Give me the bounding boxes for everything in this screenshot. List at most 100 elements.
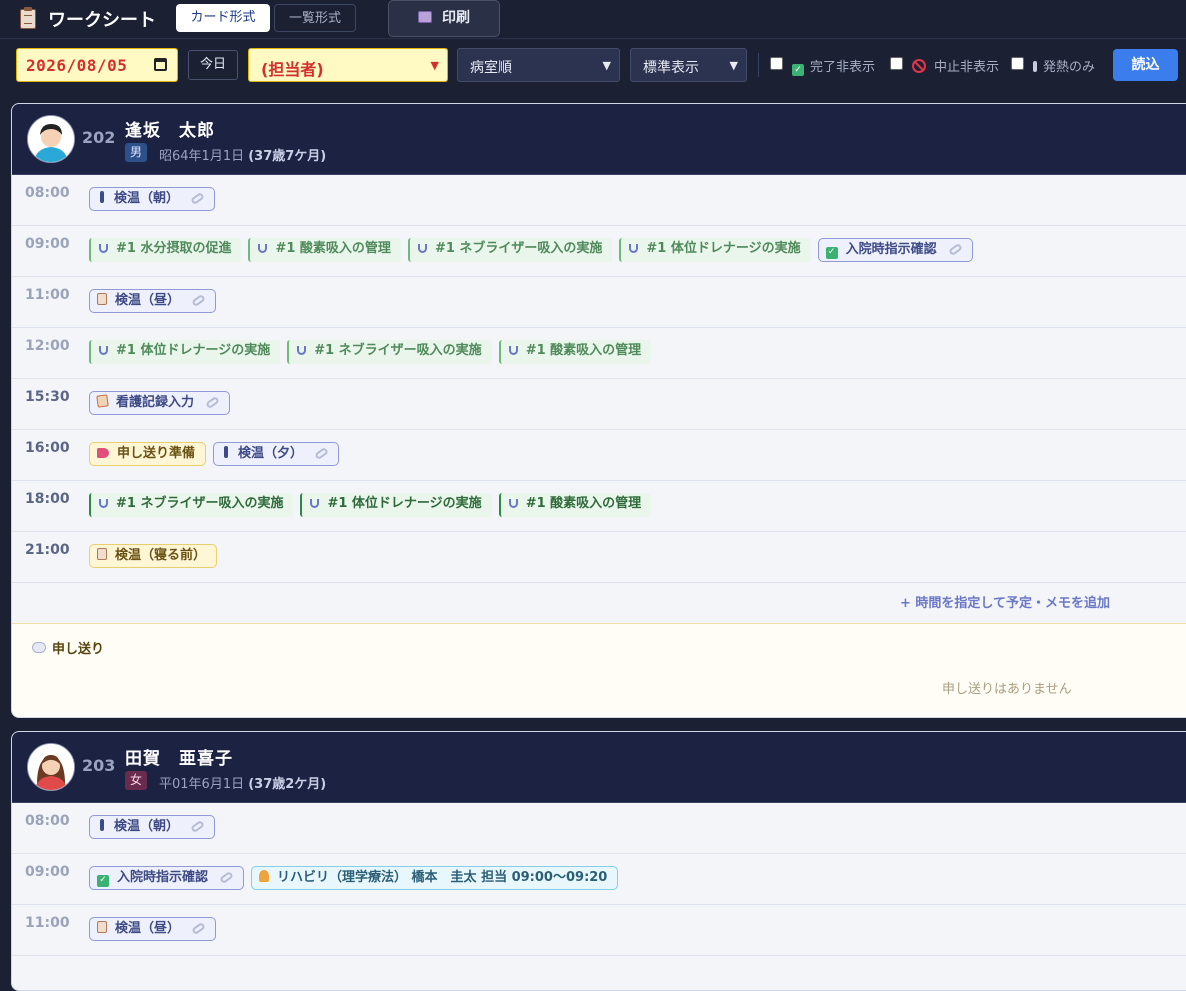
sex-badge: 女	[125, 771, 148, 790]
care-plan-chip[interactable]: #1 酸素吸入の管理	[498, 493, 652, 517]
slot-time: 11:00	[25, 915, 70, 931]
link-icon	[219, 870, 234, 885]
room-number: 203	[82, 756, 116, 775]
patient-card: 202 逢坂 太郎 男 昭64年1月1日 (37歳7ケ月) 08:00 検温（朝…	[11, 103, 1186, 718]
time-slot: 16:00 申し送り準備 検温（夕）	[12, 430, 1186, 481]
sort-select[interactable]: 病室順 ▼	[457, 48, 620, 82]
tab-card-view[interactable]: カード形式	[176, 4, 270, 32]
slot-time: 09:00	[25, 236, 70, 252]
slot-time: 16:00	[25, 440, 70, 456]
task-chip[interactable]: 看護記録入力	[89, 391, 231, 415]
sex-badge: 男	[125, 143, 148, 162]
age-text: (37歳7ケ月)	[248, 149, 327, 164]
birth-date: 昭64年1月1日 (37歳7ケ月)	[159, 145, 326, 164]
handover-prep-chip[interactable]: 申し送り準備	[89, 442, 207, 466]
print-button[interactable]: 印刷	[388, 0, 500, 37]
hide-done-checkbox[interactable]	[770, 57, 783, 70]
task-chip[interactable]: ✓ 入院時指示確認	[89, 866, 245, 890]
care-plan-chip[interactable]: #1 水分摂取の促進	[89, 238, 242, 262]
staff-select[interactable]: (担当者) ▼	[248, 48, 448, 82]
checkbox-icon: ✓	[825, 247, 838, 259]
clipboard-icon	[97, 293, 107, 305]
stethoscope-icon	[99, 346, 108, 355]
task-chip[interactable]: ✓ 入院時指示確認	[817, 238, 973, 262]
time-slot: 12:00 #1 体位ドレナージの実施 #1 ネブライザー吸入の実施 #1 酸素…	[12, 328, 1186, 379]
link-icon	[314, 446, 329, 461]
time-slot: 08:00 検温（朝）	[12, 803, 1186, 854]
slot-time: 12:00	[25, 338, 70, 354]
printer-icon	[418, 11, 432, 23]
task-label: 看護記録入力	[116, 395, 195, 410]
runner-icon	[259, 870, 270, 882]
plan-label: #1 ネブライザー吸入の実施	[116, 496, 284, 511]
slot-time: 18:00	[25, 491, 70, 507]
time-slot: 15:30 看護記録入力	[12, 379, 1186, 430]
avatar	[27, 115, 75, 163]
slot-time: 11:00	[25, 287, 70, 303]
care-plan-chip[interactable]: #1 体位ドレナージの実施	[300, 493, 492, 517]
top-bar: ワークシート カード形式 一覧形式 印刷	[0, 0, 1186, 38]
calendar-icon[interactable]	[154, 58, 167, 71]
fever-only-label[interactable]: 発熱のみ	[1033, 56, 1095, 75]
age-text: (37歳2ケ月)	[248, 777, 327, 792]
birth-date: 平01年6月1日 (37歳2ケ月)	[159, 773, 326, 792]
divider	[758, 53, 759, 77]
task-label: 検温（昼）	[115, 921, 181, 936]
care-plan-chip[interactable]: #1 酸素吸入の管理	[248, 238, 401, 262]
tab-list-view[interactable]: 一覧形式	[274, 4, 356, 32]
task-chip[interactable]: 検温（寝る前）	[89, 544, 218, 568]
date-picker[interactable]: 2026/08/05	[16, 48, 178, 82]
hide-done-text: 完了非表示	[810, 60, 876, 75]
patient-name[interactable]: 田賀 亜喜子	[125, 744, 233, 769]
plan-label: #1 ネブライザー吸入の実施	[434, 241, 603, 256]
app-title: ワークシート	[48, 10, 156, 31]
plan-label: #1 体位ドレナージの実施	[116, 343, 271, 358]
plan-label: #1 ネブライザー吸入の実施	[314, 343, 482, 358]
clipboard-icon	[97, 548, 107, 560]
task-chip[interactable]: 検温（昼）	[89, 917, 217, 941]
link-icon	[191, 921, 206, 936]
add-row: + 時間を指定して予定・メモを追加	[12, 583, 1186, 623]
task-chip[interactable]: 検温（朝）	[89, 187, 216, 211]
hide-cancelled-checkbox[interactable]	[890, 57, 903, 70]
care-plan-chip[interactable]: #1 ネブライザー吸入の実施	[407, 238, 613, 262]
fever-only-text: 発熱のみ	[1043, 60, 1096, 75]
add-schedule-link[interactable]: + 時間を指定して予定・メモを追加	[900, 592, 1110, 611]
checkbox-icon: ✓	[97, 875, 109, 887]
link-icon	[947, 242, 963, 257]
handover-title: 申し送り	[52, 642, 105, 657]
care-plan-chip[interactable]: #1 体位ドレナージの実施	[619, 238, 811, 262]
time-slot: 21:00 検温（寝る前）	[12, 532, 1186, 583]
plan-label: #1 酸素吸入の管理	[525, 496, 642, 511]
plan-label: #1 体位ドレナージの実施	[327, 496, 482, 511]
plan-label: #1 酸素吸入の管理	[525, 343, 642, 358]
patient-header: 202 逢坂 太郎 男 昭64年1月1日 (37歳7ケ月)	[12, 104, 1186, 175]
task-chip[interactable]: 検温（夕）	[213, 442, 340, 466]
handover-empty-text: 申し送りはありません	[942, 682, 1072, 697]
stethoscope-icon	[297, 346, 307, 355]
staff-value: (担当者)	[261, 60, 324, 79]
task-chip[interactable]: 検温（昼）	[89, 289, 217, 313]
patient-card: 203 田賀 亜喜子 女 平01年6月1日 (37歳2ケ月) 08:00 検温（…	[11, 731, 1186, 991]
link-icon	[205, 395, 220, 410]
date-value: 2026/08/05	[26, 56, 128, 75]
today-button[interactable]: 今日	[188, 50, 238, 80]
megaphone-icon	[97, 448, 109, 458]
hide-done-label[interactable]: ✓ 完了非表示	[792, 56, 875, 76]
display-select[interactable]: 標準表示 ▼	[630, 48, 747, 82]
slot-time: 08:00	[25, 185, 70, 201]
rehab-chip[interactable]: リハビリ（理学療法） 橋本 圭太 担当 09:00〜09:20	[251, 866, 619, 890]
care-plan-chip[interactable]: #1 体位ドレナージの実施	[89, 340, 281, 364]
task-chip[interactable]: 検温（朝）	[89, 815, 216, 839]
care-plan-chip[interactable]: #1 酸素吸入の管理	[498, 340, 652, 364]
chevron-down-icon: ▼	[430, 59, 439, 72]
patient-name[interactable]: 逢坂 太郎	[125, 116, 215, 141]
care-plan-chip[interactable]: #1 ネブライザー吸入の実施	[287, 340, 492, 364]
hide-cancelled-label[interactable]: 中止非表示	[912, 56, 999, 75]
fever-only-checkbox[interactable]	[1011, 57, 1024, 70]
care-plan-chip[interactable]: #1 ネブライザー吸入の実施	[89, 493, 294, 517]
slot-time: 15:30	[25, 389, 70, 405]
link-icon	[190, 191, 205, 206]
load-button[interactable]: 読込	[1113, 49, 1178, 81]
hide-cancelled-text: 中止非表示	[934, 60, 1000, 75]
